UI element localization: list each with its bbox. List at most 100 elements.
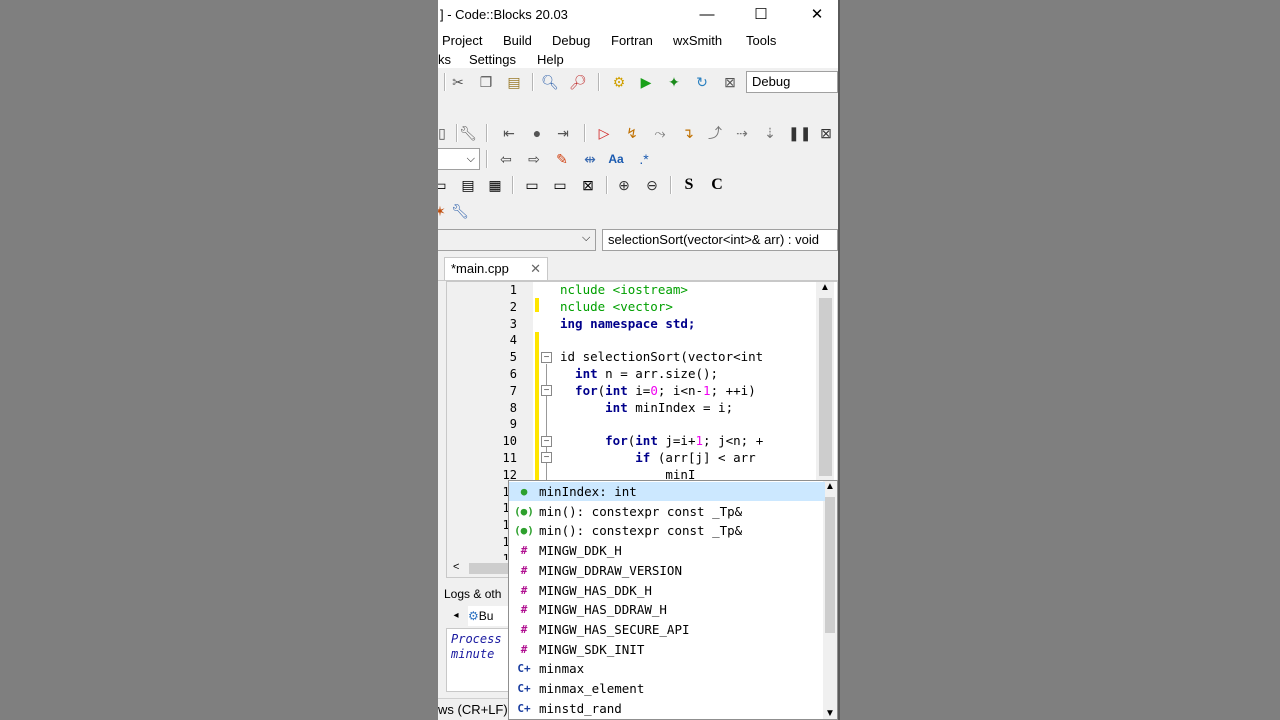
toggle-bookmark-icon[interactable]: ● xyxy=(527,123,547,143)
step-into-icon[interactable]: ↴ xyxy=(678,123,698,143)
code-line[interactable]: if (arr[j] < arr xyxy=(560,450,755,465)
arrow-left-icon[interactable]: ⇦ xyxy=(496,149,516,169)
autocomplete-item[interactable]: # MINGW_DDRAW_VERSION xyxy=(509,561,825,580)
selected-text-icon[interactable]: ⇹ xyxy=(580,149,600,169)
next-line-icon[interactable]: ⤳ xyxy=(650,123,670,143)
wrench-icon[interactable]: 🔧︎ xyxy=(450,201,470,221)
close-icon[interactable]: ✕ xyxy=(802,4,832,26)
abort-icon[interactable]: ⊠ xyxy=(720,72,740,92)
code-line[interactable]: int n = arr.size(); xyxy=(560,366,718,381)
scroll-up-icon[interactable]: ▲ xyxy=(820,282,830,293)
code-token: i= xyxy=(635,382,651,398)
rebuild-icon[interactable]: ↻ xyxy=(692,72,712,92)
scope-combo[interactable] xyxy=(438,229,596,251)
zoom-in-icon[interactable]: ⊕ xyxy=(614,175,634,195)
fold-toggle-icon[interactable]: − xyxy=(541,452,552,463)
search-combo[interactable]: ⌵ xyxy=(438,148,480,170)
layout-icon[interactable]: ▤ xyxy=(458,175,478,195)
paste-icon[interactable]: ▤ xyxy=(504,72,524,92)
autocomplete-item[interactable]: # MINGW_HAS_DDK_H xyxy=(509,581,825,600)
scroll-thumb[interactable] xyxy=(469,563,509,574)
jump-back-icon[interactable]: ⇤ xyxy=(499,123,519,143)
comment-icon[interactable]: C xyxy=(707,175,727,195)
code-line[interactable]: nclude <vector> xyxy=(560,299,673,314)
fold-toggle-icon[interactable]: − xyxy=(541,436,552,447)
menu-build[interactable]: Build xyxy=(503,33,532,48)
scroll-thumb[interactable] xyxy=(819,298,832,476)
code-token: 1 xyxy=(695,433,704,449)
run-icon[interactable]: ▶ xyxy=(636,72,656,92)
autocomplete-popup[interactable]: ▲ ▼ ● minIndex: int (●) min(): constexpr co… xyxy=(508,480,838,720)
stream-comment-icon[interactable]: S xyxy=(679,175,699,195)
code-line[interactable]: for(int i=0; i<n-1; ++i) xyxy=(560,383,756,398)
scroll-down-icon[interactable]: ▼ xyxy=(825,708,835,719)
box-icon[interactable]: ⊠ xyxy=(578,175,598,195)
autocomplete-item[interactable]: C+ minstd_rand xyxy=(509,699,825,718)
menu-debug[interactable]: Debug xyxy=(552,33,590,48)
maximize-icon[interactable]: ☐ xyxy=(746,4,776,26)
code-line[interactable]: id selectionSort(vector<int xyxy=(560,349,763,364)
jump-forward-icon[interactable]: ⇥ xyxy=(553,123,573,143)
tool-icon[interactable]: ✶ xyxy=(438,201,450,221)
minimize-icon[interactable]: — xyxy=(692,4,722,26)
build-target-combo[interactable]: Debug xyxy=(746,71,838,93)
highlight-icon[interactable]: ✎ xyxy=(552,149,572,169)
layout-icon[interactable]: ▦ xyxy=(485,175,505,195)
autocomplete-item[interactable]: # MINGW_HAS_DDRAW_H xyxy=(509,600,825,619)
menu-fortran[interactable]: Fortran xyxy=(611,33,653,48)
next-instruction-icon[interactable]: ⇢ xyxy=(732,123,752,143)
log-line: minute xyxy=(451,647,495,661)
autocomplete-item[interactable]: # MINGW_HAS_SECURE_API xyxy=(509,620,825,639)
menu-project[interactable]: Project xyxy=(442,33,482,48)
autocomplete-item[interactable]: C+ minmax_element xyxy=(509,679,825,698)
step-out-icon[interactable]: ⤴ xyxy=(705,123,725,143)
copy-icon[interactable]: ❐ xyxy=(476,72,496,92)
menu-tools[interactable]: Tools xyxy=(746,33,776,48)
regex-icon[interactable]: .* xyxy=(634,149,654,169)
replace-icon[interactable]: 🔎︎ xyxy=(568,72,588,92)
scroll-left-icon[interactable]: < xyxy=(453,561,459,573)
fold-toggle-icon[interactable]: − xyxy=(541,385,552,396)
logs-tab-scroll-left-icon[interactable]: ◂ xyxy=(446,606,466,626)
box-icon[interactable]: ▭ xyxy=(522,175,542,195)
build-and-run-icon[interactable]: ✦ xyxy=(664,72,684,92)
scroll-up-icon[interactable]: ▲ xyxy=(825,481,835,492)
match-case-icon[interactable]: Aa xyxy=(606,149,626,169)
autocomplete-item[interactable]: C+ minmax xyxy=(509,659,825,678)
autocomplete-item[interactable]: (●) min(): constexpr const _Tp& xyxy=(509,502,825,521)
menu-help[interactable]: Help xyxy=(537,52,564,67)
menu-settings[interactable]: Settings xyxy=(469,52,516,67)
autocomplete-item[interactable]: # MINGW_DDK_H xyxy=(509,541,825,560)
line-number: 12 xyxy=(502,467,517,482)
scroll-thumb[interactable] xyxy=(825,497,835,633)
run-to-cursor-icon[interactable]: ↯ xyxy=(622,123,642,143)
line-number: 15 xyxy=(447,518,517,532)
code-line[interactable]: int minIndex = i; xyxy=(560,400,733,415)
debug-start-icon[interactable]: ▷ xyxy=(594,123,614,143)
pause-icon[interactable]: ❚❚ xyxy=(788,123,811,143)
autocomplete-item[interactable]: ● minIndex: int xyxy=(509,482,825,501)
autocomplete-scrollbar[interactable]: ▲ ▼ xyxy=(823,481,837,719)
find-icon[interactable]: 🔍︎ xyxy=(540,72,560,92)
autocomplete-item[interactable]: (●) min(): constexpr const _Tp& xyxy=(509,521,825,540)
arrow-right-icon[interactable]: ⇨ xyxy=(524,149,544,169)
layout-icon[interactable]: ▭ xyxy=(438,175,450,195)
code-line[interactable]: ing namespace std; xyxy=(560,316,695,331)
step-instruction-icon[interactable]: ⇣ xyxy=(760,123,780,143)
fold-toggle-icon[interactable]: − xyxy=(541,352,552,363)
autocomplete-item[interactable]: # MINGW_SDK_INIT xyxy=(509,640,825,659)
menu-wxsmith[interactable]: wxSmith xyxy=(673,33,722,48)
menu-plugins[interactable]: ks xyxy=(438,52,451,67)
tab-main-cpp[interactable]: *main.cpp ✕ xyxy=(444,257,548,280)
tab-close-icon[interactable]: ✕ xyxy=(530,258,541,280)
cut-icon[interactable]: ✂ xyxy=(448,72,468,92)
build-gear-icon[interactable]: ⚙ xyxy=(609,72,629,92)
code-line[interactable]: nclude <iostream> xyxy=(560,282,688,297)
stop-debug-icon[interactable]: ⊠ xyxy=(816,123,836,143)
chevron-down-icon[interactable]: ⌵ xyxy=(582,232,590,245)
box-icon[interactable]: ▭ xyxy=(550,175,570,195)
zoom-out-icon[interactable]: ⊖ xyxy=(642,175,662,195)
function-combo[interactable]: selectionSort(vector<int>& arr) : void xyxy=(602,229,838,251)
code-line[interactable]: for(int j=i+1; j<n; + xyxy=(560,433,763,448)
wrench-icon[interactable]: 🔧︎ xyxy=(458,123,478,143)
